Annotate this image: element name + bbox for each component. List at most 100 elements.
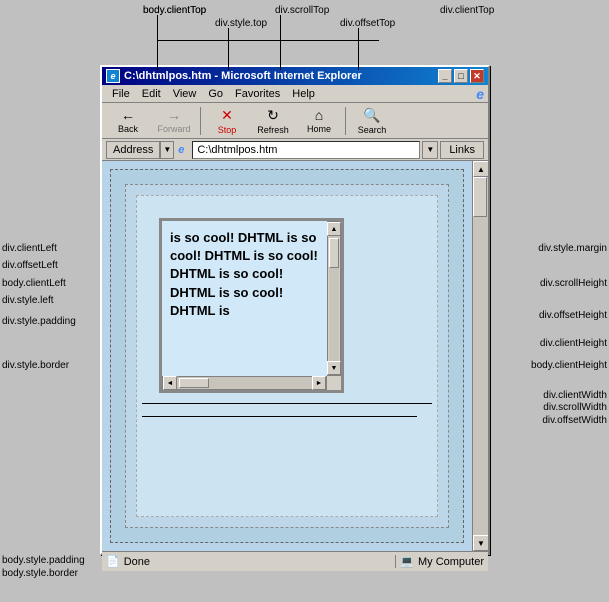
menu-view[interactable]: View [167, 86, 203, 102]
div-hscroll[interactable]: ◄ ► [162, 376, 327, 390]
browser-scroll-down-button[interactable]: ▼ [473, 535, 488, 551]
status-text: Done [124, 556, 396, 568]
window-title: C:\dhtmlpos.htm - Microsoft Internet Exp… [124, 70, 438, 82]
stop-icon: ✕ [221, 107, 233, 124]
search-label: Search [358, 125, 387, 135]
label-div-style-margin: div.style.margin [538, 243, 607, 254]
div-vscroll[interactable]: ▲ ▼ [327, 221, 341, 376]
status-zone-label: My Computer [418, 556, 484, 568]
label-body-client-top-top: body.clientTop [143, 5, 206, 16]
ie-icon: e [106, 69, 120, 83]
div-scroll-up-button[interactable]: ▲ [327, 222, 341, 236]
browser-vscroll-thumb[interactable] [473, 177, 487, 217]
content-area: is so cool! DHTML is so cool! DHTML is s… [102, 161, 472, 551]
label-body-style-padding: body.style.padding [2, 555, 85, 566]
label-div-offset-width: div.offsetWidth [542, 415, 607, 426]
div-scroll-right-button[interactable]: ► [312, 376, 326, 390]
toolbar-separator-1 [200, 107, 201, 135]
maximize-button[interactable]: □ [454, 69, 468, 83]
forward-button[interactable]: → Forward [152, 105, 196, 137]
toolbar: ← Back → Forward ✕ Stop ↻ Refresh ⌂ Home… [102, 103, 488, 139]
div-scroll-left-button[interactable]: ◄ [163, 376, 177, 390]
label-div-offset-height: div.offsetHeight [539, 310, 607, 321]
label-body-style-border: body.style.border [2, 568, 78, 579]
browser-vscroll[interactable]: ▲ ▼ [472, 161, 488, 551]
label-div-scroll-height: div.scrollHeight [540, 278, 607, 289]
div-hscroll-thumb[interactable] [179, 378, 209, 388]
vline-div-offset-top [358, 28, 359, 70]
label-div-style-left: div.style.left [2, 295, 54, 306]
vline-div-style-top [228, 28, 229, 70]
address-label: Address [106, 141, 160, 159]
home-label: Home [307, 124, 331, 134]
status-bar: 📄 Done 💻 My Computer [102, 551, 488, 571]
back-button[interactable]: ← Back [106, 105, 150, 137]
label-body-client-left: body.clientLeft [2, 278, 66, 289]
status-page-icon: 📄 [106, 555, 120, 568]
refresh-button[interactable]: ↻ Refresh [251, 105, 295, 137]
label-div-client-left: div.clientLeft [2, 243, 57, 254]
label-div-style-border: div.style.border [2, 360, 69, 371]
body-padding: is so cool! DHTML is so cool! DHTML is s… [136, 195, 438, 517]
div-vscroll-thumb[interactable] [329, 238, 339, 268]
browser-content: is so cool! DHTML is so cool! DHTML is s… [102, 161, 488, 551]
hline-top-labels [157, 40, 379, 41]
address-bar: Address ▼ e C:\dhtmlpos.htm ▼ Links [102, 139, 488, 161]
refresh-icon: ↻ [267, 107, 279, 124]
address-field[interactable]: C:\dhtmlpos.htm [192, 141, 420, 159]
back-label: Back [118, 124, 138, 134]
address-field-dropdown[interactable]: ▼ [422, 141, 438, 159]
home-icon: ⌂ [315, 107, 323, 123]
refresh-label: Refresh [257, 125, 289, 135]
forward-icon: → [167, 107, 181, 123]
menu-file[interactable]: File [106, 86, 136, 102]
menu-help[interactable]: Help [286, 86, 321, 102]
menu-favorites[interactable]: Favorites [229, 86, 286, 102]
label-div-style-padding: div.style.padding [2, 316, 76, 327]
label-div-client-width: div.clientWidth [543, 390, 607, 401]
stop-button[interactable]: ✕ Stop [205, 105, 249, 137]
div-padding-area: is so cool! DHTML is so cool! DHTML is s… [162, 221, 327, 376]
menu-bar: File Edit View Go Favorites Help e [102, 85, 488, 103]
label-div-style-top: div.style.top [215, 18, 267, 29]
search-icon: 🔍 [363, 107, 380, 124]
back-icon: ← [121, 107, 135, 123]
hline-body-client-width [142, 403, 432, 404]
close-button[interactable]: ✕ [470, 69, 484, 83]
hline-body-offset-width [142, 416, 417, 417]
links-button[interactable]: Links [440, 141, 484, 159]
label-div-offset-left: div.offsetLeft [2, 260, 58, 271]
chevron-down-icon-2: ▼ [426, 145, 434, 154]
div-hscroll-track[interactable] [177, 377, 312, 389]
div-element: is so cool! DHTML is so cool! DHTML is s… [159, 218, 344, 393]
vline-div-scroll-top [280, 15, 281, 70]
div-scroll-corner [327, 376, 341, 390]
label-div-offset-top: div.offsetTop [340, 18, 395, 29]
body-margin: is so cool! DHTML is so cool! DHTML is s… [125, 184, 449, 528]
search-button[interactable]: 🔍 Search [350, 105, 394, 137]
status-zone: 💻 My Computer [395, 555, 484, 568]
div-text-content: is so cool! DHTML is so cool! DHTML is s… [162, 221, 327, 328]
label-body-client-height: body.clientHeight [531, 360, 607, 371]
address-dropdown[interactable]: ▼ [160, 141, 174, 159]
chevron-down-icon: ▼ [163, 145, 171, 154]
div-scroll-down-button[interactable]: ▼ [327, 361, 341, 375]
toolbar-separator-2 [345, 107, 346, 135]
minimize-button[interactable]: _ [438, 69, 452, 83]
title-bar: e C:\dhtmlpos.htm - Microsoft Internet E… [102, 67, 488, 85]
browser-vscroll-track[interactable] [473, 177, 488, 535]
computer-icon: 💻 [400, 555, 414, 568]
home-button[interactable]: ⌂ Home [297, 105, 341, 137]
stop-label: Stop [218, 125, 237, 135]
menu-edit[interactable]: Edit [136, 86, 167, 102]
ie-small-icon: e [174, 141, 188, 159]
div-scroll-area: is so cool! DHTML is so cool! DHTML is s… [162, 221, 327, 376]
vline-body-client-top [157, 15, 158, 70]
window-controls: _ □ ✕ [438, 69, 484, 83]
label-div-scroll-top: div.scrollTop [275, 5, 329, 16]
div-vscroll-track[interactable] [329, 236, 339, 361]
forward-label: Forward [157, 124, 190, 134]
menu-go[interactable]: Go [202, 86, 229, 102]
ie-window: e C:\dhtmlpos.htm - Microsoft Internet E… [100, 65, 490, 555]
browser-scroll-up-button[interactable]: ▲ [473, 161, 488, 177]
